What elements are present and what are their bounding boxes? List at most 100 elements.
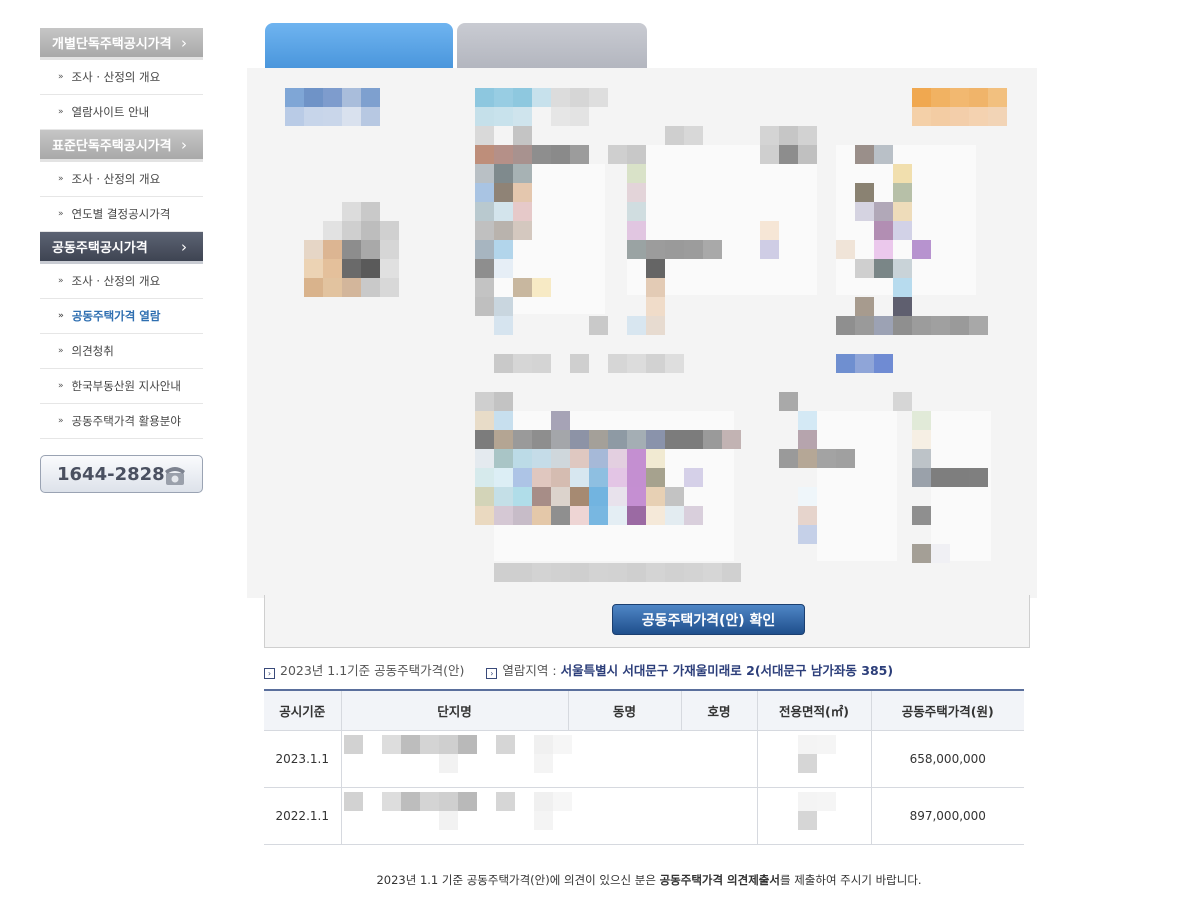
pixel-block [475,297,494,316]
sidebar-item-survey-overview[interactable]: » 조사 · 산정의 개요 [40,162,203,197]
pixel-block [608,430,627,449]
pixel-block [494,392,513,411]
confirm-price-button[interactable]: 공동주택가격(안) 확인 [612,604,805,635]
pixel-block [646,259,665,278]
sidebar-item-yearly-prices[interactable]: » 연도별 결정공시가격 [40,197,203,232]
sidebar-item-survey-overview[interactable]: » 조사 · 산정의 개요 [40,60,203,95]
opinion-form-link[interactable]: 공동주택가격 의견제출서 [660,873,780,887]
chevron-right-icon: › [181,135,187,154]
pixel-block [912,88,931,107]
redaction-mosaic [758,731,871,787]
sidebar-item-opinion[interactable]: » 의견청취 [40,334,203,369]
pixel-block [285,88,304,107]
pixel-block [380,221,399,240]
pixel-block [532,354,551,373]
pixel-block [551,506,570,525]
pixel-block [703,240,722,259]
pixel-block [323,240,342,259]
sidebar-item-viewing-site[interactable]: » 열람사이트 안내 [40,95,203,130]
phone-number: 1644-2828 [57,463,165,485]
sidebar-item-label: 열람사이트 안내 [71,105,150,119]
pixel-block [438,791,458,811]
pixel-block [438,734,458,754]
pixel-block [342,107,361,126]
cell-area-redacted [756,786,872,845]
tab-primary[interactable] [265,23,453,68]
info-basis-group: › 2023년 1.1기준 공동주택가격(안) [264,660,464,679]
pixel-block [797,753,817,773]
pixel-block [798,126,817,145]
pixel-block [494,259,513,278]
pixel-block [475,126,494,145]
pixel-block [627,354,646,373]
sidebar-item-survey-overview[interactable]: » 조사 · 산정의 개요 [40,264,203,299]
info-line: › 2023년 1.1기준 공동주택가격(안) › 열람지역 : 서울특별시 서대문… [264,660,1034,679]
pixel-block [722,430,741,449]
chevron-right-icon: › [181,33,187,52]
pixel-block [532,563,551,582]
pixel-block [304,88,323,107]
pixel-block [855,259,874,278]
pixel-block [570,107,589,126]
pixel-block [513,278,532,297]
pixel-block [304,259,323,278]
sidebar-section-individual-house[interactable]: 개별단독주택공시가격 › [40,28,203,60]
pixel-block [532,88,551,107]
pixel-block [855,354,874,373]
pixel-block [874,316,893,335]
pixel-block [570,449,589,468]
pixel-block [836,354,855,373]
pixel-block [912,506,931,525]
pixel-block [589,316,608,335]
pixel-block [779,392,798,411]
basis-text: 2023년 1.1기준 공동주택가격(안) [280,663,465,678]
pixel-block [589,506,608,525]
sidebar-section-apartment[interactable]: 공동주택공시가격 › [40,232,203,264]
pixel-block [533,734,553,754]
pixel-block [475,468,494,487]
sidebar-item-apartment-price-view[interactable]: » 공동주택가격 열람 [40,299,203,334]
pixel-block [703,430,722,449]
pixel-block [912,430,931,449]
pixel-block [950,88,969,107]
section-title: 표준단독주택공시가격 [52,139,172,154]
pixel-block [475,107,494,126]
pixel-block [760,126,779,145]
pixel-block [323,107,342,126]
pixel-block [361,107,380,126]
col-header-building: 동명 [567,690,682,731]
pixel-block [798,487,817,506]
pixel-block [475,278,494,297]
pixel-block [304,240,323,259]
pixel-block [665,563,684,582]
pixel-block [912,316,931,335]
sidebar-item-branch-info[interactable]: » 한국부동산원 지사안내 [40,369,203,404]
table-row: 2022.1.1 897,000,000 [264,786,1024,845]
pixel-block [513,183,532,202]
pixel-block [494,221,513,240]
pixel-block [551,449,570,468]
pixel-block [494,563,513,582]
pixel-block [684,430,703,449]
pixel-block [513,145,532,164]
pixel-block [495,791,515,811]
pixel-block [627,145,646,164]
pixel-block [646,449,665,468]
pixel-block [874,202,893,221]
pixel-block [646,297,665,316]
pixel-block [551,487,570,506]
tab-secondary[interactable] [457,23,647,68]
sidebar-section-standard-house[interactable]: 표준단독주택공시가격 › [40,130,203,162]
pixel-block [551,145,570,164]
pixel-block [494,145,513,164]
bullet-box-icon: › [264,668,275,679]
pixel-block [533,791,553,811]
pixel-block [855,183,874,202]
pixel-block [779,449,798,468]
pixel-block [912,411,931,430]
pixel-block [893,392,912,411]
pixel-block [608,468,627,487]
pixel-block [760,145,779,164]
sidebar-item-usage[interactable]: » 공동주택가격 활용분야 [40,404,203,439]
pixel-block [969,88,988,107]
